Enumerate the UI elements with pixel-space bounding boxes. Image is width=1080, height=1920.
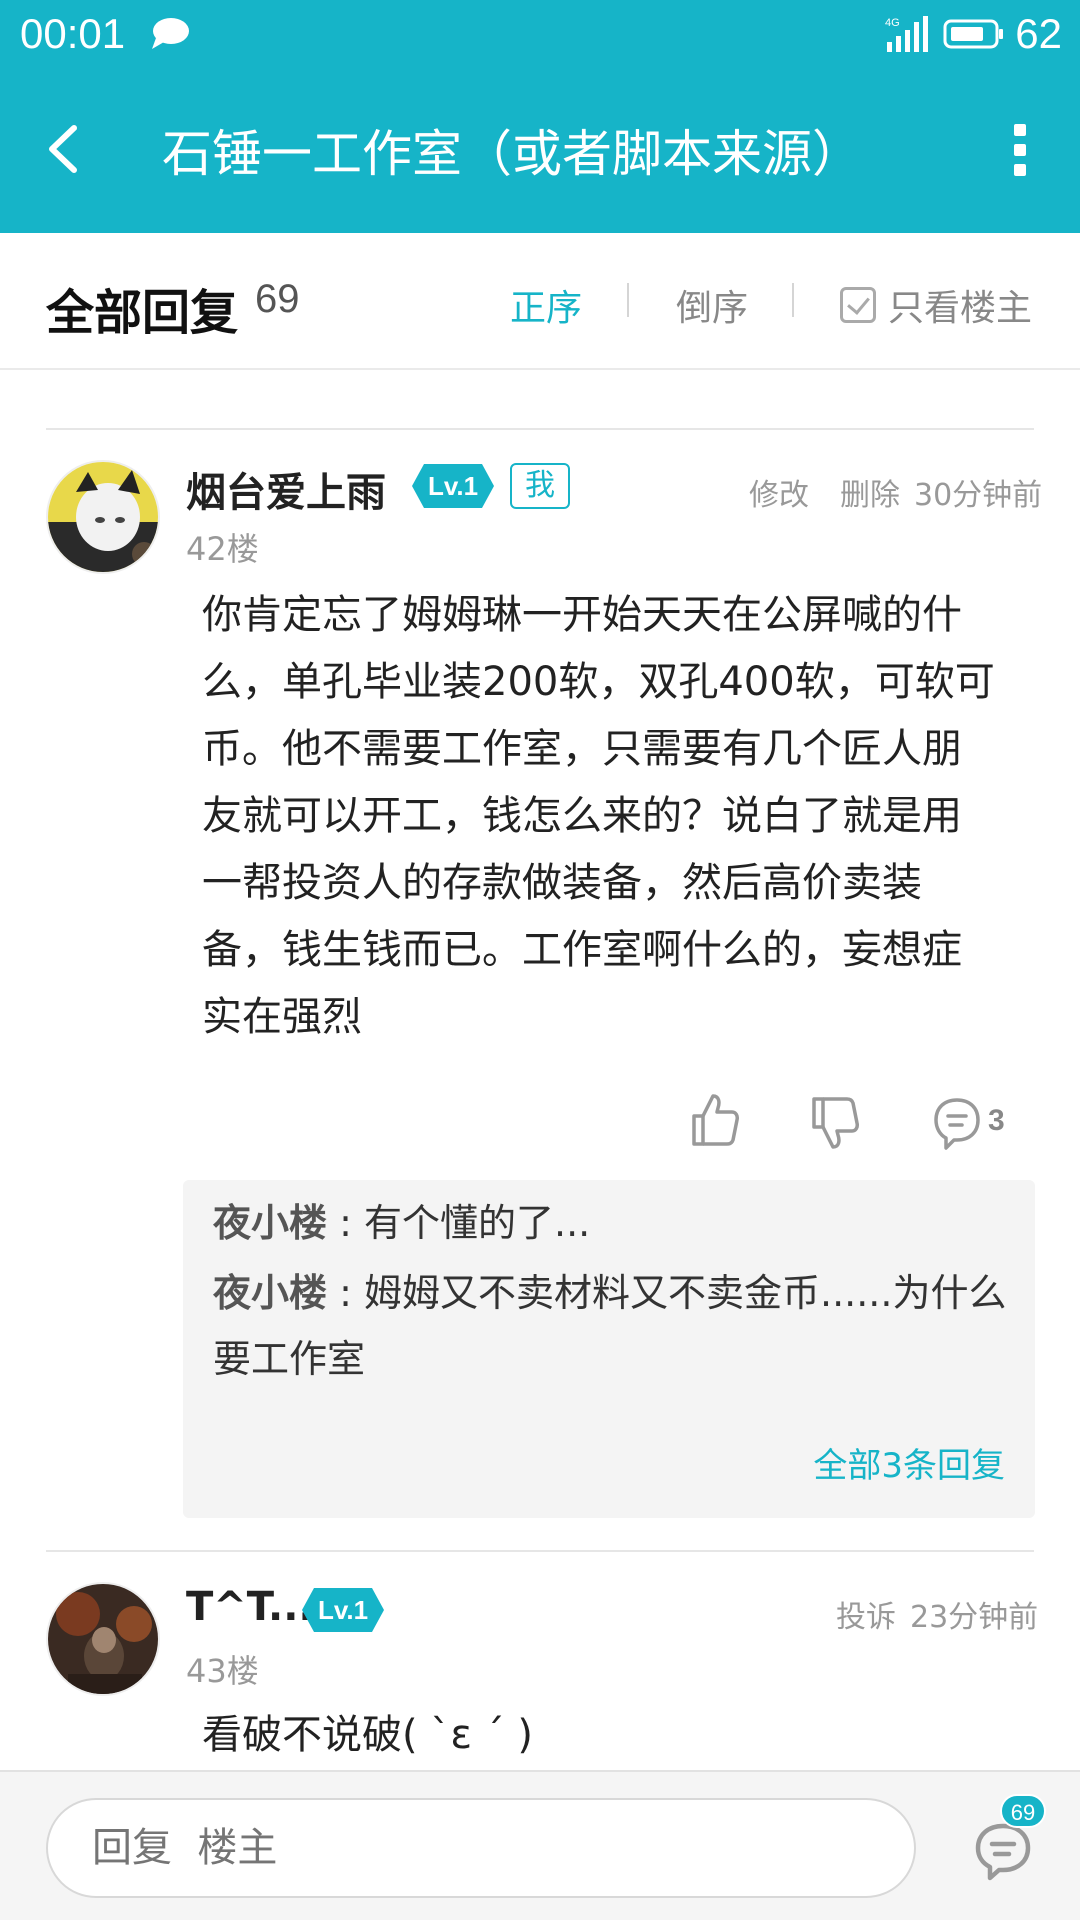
me-badge: 我 [510, 463, 570, 509]
page-title: 石锤一工作室（或者脚本来源） [162, 125, 862, 183]
post-content: 看破不说破( ˋε ˊ ) [202, 1712, 533, 1758]
post-content: 你肯定忘了姆姆琳一开始天天在公屏喊的什 么，单孔毕业装200软，双孔400软，可… [202, 582, 1042, 1051]
content-line: 么，单孔毕业装200软，双孔400软，可软可 [202, 659, 995, 705]
sub-reply-author[interactable]: 夜小楼 [213, 1201, 327, 1245]
sub-reply[interactable]: 夜小楼 : 有个懂的了... [213, 1190, 1013, 1256]
sort-ascending-tab[interactable]: 正序 [510, 279, 582, 331]
comment-icon[interactable] [932, 1096, 982, 1152]
avatar[interactable] [46, 1582, 160, 1696]
battery-level: 62 [1015, 10, 1062, 57]
floor-number: 43楼 [186, 1652, 259, 1690]
signal-icon: 4G [885, 16, 929, 52]
content-line: 备，钱生钱而已。工作室啊什么的，妄想症 [202, 927, 962, 973]
reply-filter-bar: 全部回复 69 正序 倒序 只看楼主 [0, 233, 1080, 370]
message-icon [152, 18, 189, 49]
divider [46, 1550, 1034, 1552]
avatar[interactable] [46, 460, 160, 574]
checkbox-icon[interactable] [840, 287, 876, 323]
content-line: 币。他不需要工作室，只需要有几个匠人朋 [202, 726, 962, 772]
sub-reply[interactable]: 夜小楼 : 姆姆又不卖材料又不卖金币......为什么要工作室 [213, 1260, 1013, 1392]
username[interactable]: 烟台爱上雨 [186, 460, 386, 518]
reply-total-count: 69 [255, 277, 300, 321]
comment-count-badge: 69 [1000, 1794, 1046, 1828]
floor-number: 42楼 [186, 530, 259, 568]
divider [627, 283, 629, 317]
app-header: 石锤一工作室（或者脚本来源） [0, 66, 1080, 233]
content-line: 你肯定忘了姆姆琳一开始天天在公屏喊的什 [202, 592, 962, 638]
sort-descending-tab[interactable]: 倒序 [676, 279, 748, 331]
reply-count: 3 [988, 1104, 1005, 1137]
sub-reply-separator: : [327, 1271, 364, 1315]
battery-icon [943, 19, 1004, 49]
only-op-label: 只看楼主 [888, 288, 1033, 329]
all-replies-title: 全部回复 [46, 285, 239, 341]
sub-reply-text: 有个懂的了... [363, 1201, 591, 1245]
only-op-toggle[interactable]: 只看楼主 [840, 279, 1032, 331]
back-icon[interactable] [36, 116, 96, 182]
more-menu-icon[interactable] [1008, 116, 1032, 182]
level-badge: Lv.1 [412, 464, 494, 508]
content-line: 实在强烈 [202, 994, 362, 1040]
report-link[interactable]: 投诉 [836, 1592, 896, 1636]
dislike-icon[interactable] [810, 1095, 860, 1151]
sub-reply-author[interactable]: 夜小楼 [213, 1271, 327, 1315]
sub-replies-box[interactable]: 夜小楼 : 有个懂的了... 夜小楼 : 姆姆又不卖材料又不卖金币......为… [183, 1180, 1035, 1518]
divider [46, 428, 1034, 430]
like-icon[interactable] [690, 1092, 740, 1148]
content-line: 友就可以开工，钱怎么来的？说白了就是用 [202, 793, 962, 839]
sub-reply-separator: : [327, 1201, 364, 1245]
post-time: 30分钟前 [914, 478, 1043, 513]
delete-link[interactable]: 删除 [840, 470, 900, 514]
post-time: 23分钟前 [910, 1600, 1039, 1635]
status-bar: 00:01 4G 62 [0, 0, 1080, 66]
view-all-replies-link[interactable]: 全部3条回复 [813, 1438, 1005, 1487]
level-badge: Lv.1 [302, 1588, 384, 1632]
status-time: 00:01 [20, 10, 126, 57]
content-line: 一帮投资人的存款做装备，然后高价卖装 [202, 860, 922, 906]
reply-bar [0, 1770, 1080, 1920]
edit-link[interactable]: 修改 [749, 470, 809, 514]
network-type: 4G [885, 17, 900, 29]
username[interactable]: T^T... [186, 1584, 314, 1630]
divider [792, 283, 794, 317]
reply-input[interactable] [46, 1798, 916, 1898]
